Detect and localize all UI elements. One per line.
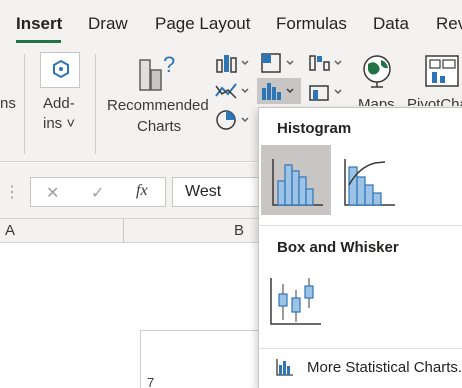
more-statistical-charts-link[interactable]: More Statistical Charts... <box>273 356 462 380</box>
recommended-charts-icon[interactable]: ? <box>136 52 180 92</box>
column-header-b[interactable]: B <box>234 222 244 239</box>
addins-label-line2[interactable]: ins ˅ <box>43 115 75 132</box>
enter-icon[interactable]: ✓ <box>91 183 104 203</box>
column-chart-icon[interactable] <box>214 52 252 74</box>
excel-window: Insert Draw Page Layout Formulas Data Re… <box>0 0 462 388</box>
formula-value: West <box>185 183 222 200</box>
drag-handle-icon[interactable]: ⋮ <box>4 182 20 202</box>
formula-input[interactable]: West <box>172 177 267 207</box>
tab-page-layout[interactable]: Page Layout <box>155 14 250 34</box>
statistic-chart-icon <box>276 359 293 376</box>
column-divider[interactable] <box>123 219 124 243</box>
pivot-chart-label[interactable]: PivotCha <box>407 96 462 106</box>
histogram-chart-option[interactable] <box>261 145 331 215</box>
statistic-chart-button[interactable] <box>257 78 301 104</box>
cancel-icon[interactable]: ✕ <box>46 183 59 203</box>
insert-function-icon[interactable]: fx <box>136 182 148 200</box>
formula-controls: ✕ ✓ fx <box>30 177 166 207</box>
ribbon-separator <box>24 54 25 154</box>
maps-globe-icon[interactable] <box>360 54 394 88</box>
box-whisker-chart-option[interactable] <box>265 268 331 330</box>
waterfall-chart-icon[interactable] <box>307 52 347 74</box>
line-chart-icon[interactable] <box>214 80 252 102</box>
tab-insert[interactable]: Insert <box>16 14 62 34</box>
dropdown-separator <box>259 225 462 226</box>
ribbon-cut-off-label: ns <box>0 95 16 112</box>
column-header-a[interactable]: A <box>5 222 15 239</box>
addins-label-line1[interactable]: Add- <box>43 95 75 112</box>
dropdown-separator <box>259 348 462 349</box>
pareto-chart-option[interactable] <box>335 145 405 215</box>
tab-draw[interactable]: Draw <box>88 14 128 34</box>
recommended-charts-line1[interactable]: Recommended <box>107 97 209 114</box>
axis-tick-label: 7 <box>147 375 155 388</box>
statistic-chart-dropdown: Histogram Box and Whisker More Statistic… <box>258 107 462 388</box>
combo-chart-icon[interactable] <box>307 80 347 104</box>
chart-area[interactable] <box>140 330 262 388</box>
tab-data[interactable]: Data <box>373 14 409 34</box>
pivot-chart-icon[interactable] <box>424 54 462 88</box>
more-statistical-charts-label[interactable]: More Statistical Charts... <box>307 359 462 376</box>
maps-label[interactable]: Maps <box>358 96 395 106</box>
histogram-heading: Histogram <box>277 120 352 137</box>
hierarchy-chart-icon[interactable] <box>259 52 299 74</box>
ribbon-tab-bar: Insert Draw Page Layout Formulas Data Re… <box>0 0 462 48</box>
tab-review[interactable]: Rev <box>436 14 462 34</box>
addins-icon[interactable] <box>40 52 80 88</box>
ribbon-separator <box>95 54 96 154</box>
box-whisker-heading: Box and Whisker <box>277 239 399 256</box>
active-tab-indicator <box>16 40 61 43</box>
tab-formulas[interactable]: Formulas <box>276 14 347 34</box>
recommended-charts-line2[interactable]: Charts <box>137 118 181 135</box>
svg-text:?: ? <box>163 52 175 77</box>
pie-chart-icon[interactable] <box>214 108 252 132</box>
